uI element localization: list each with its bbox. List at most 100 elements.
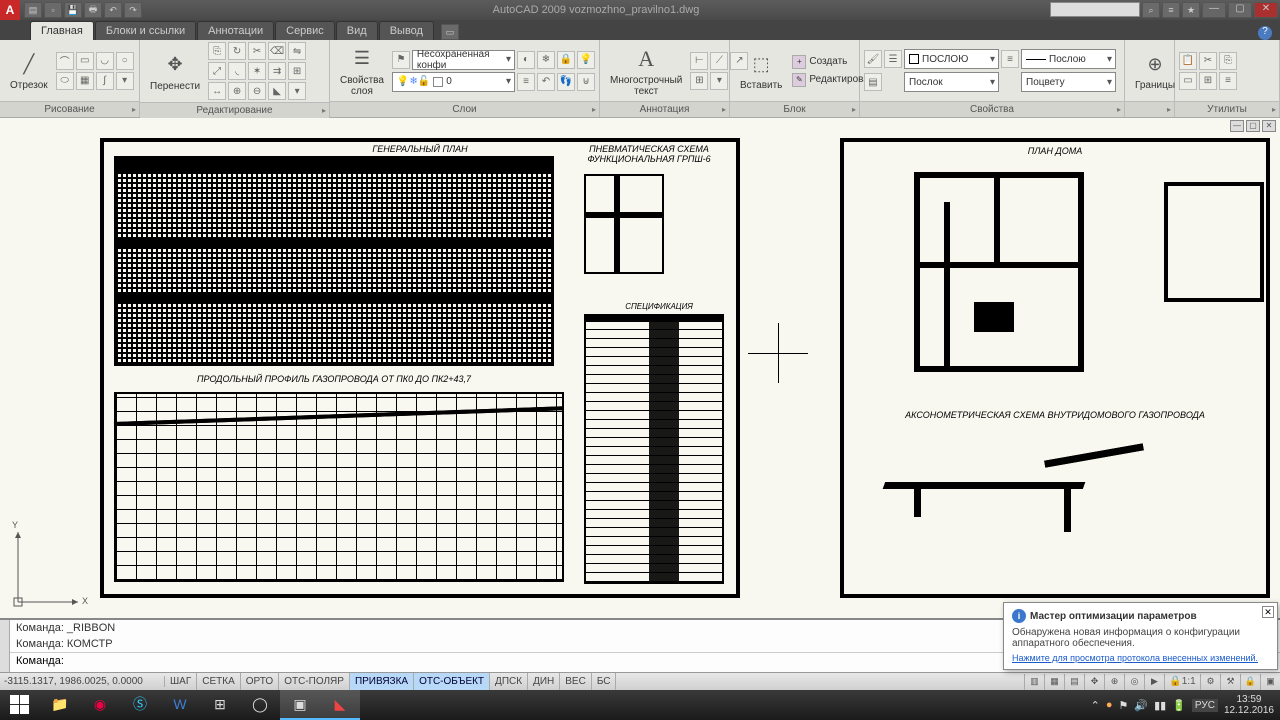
status-toggle-дин[interactable]: ДИН <box>528 673 560 690</box>
task-autocad2-icon[interactable]: ◣ <box>320 690 360 720</box>
vp-close-icon[interactable]: ✕ <box>1262 120 1276 132</box>
tray-batt-icon[interactable]: 🔋 <box>1172 699 1186 712</box>
array-icon[interactable]: ⊞ <box>288 62 306 80</box>
dim-aligned-icon[interactable]: ⟋ <box>710 52 728 70</box>
steering-icon[interactable]: ◎ <box>1124 674 1144 690</box>
panel-block-title[interactable]: Блок <box>730 101 859 117</box>
lweight-combo[interactable]: Послок <box>904 72 999 92</box>
join-icon[interactable]: ⊕ <box>228 82 246 100</box>
bylayer-icon[interactable]: ▤ <box>864 73 882 91</box>
dim-style-icon[interactable]: ▾ <box>710 72 728 90</box>
status-toggle-орто[interactable]: ОРТО <box>241 673 279 690</box>
panel-edit-title[interactable]: Редактирование <box>140 102 329 118</box>
tab-tools[interactable]: Сервис <box>275 21 335 40</box>
insert-button[interactable]: ⬚ Вставить <box>734 48 788 93</box>
select-icon[interactable]: ▭ <box>1179 72 1197 90</box>
layer-merge-icon[interactable]: ⊎ <box>577 73 595 91</box>
task-word-icon[interactable]: W <box>160 690 200 720</box>
trim-icon[interactable]: ✂ <box>248 42 266 60</box>
showmotion-icon[interactable]: ▶ <box>1144 674 1164 690</box>
lineweight-icon[interactable]: ≡ <box>1001 50 1019 68</box>
search-icon[interactable]: ⌕ <box>1142 2 1160 18</box>
extend-icon[interactable]: ▾ <box>288 82 306 100</box>
match-props-icon[interactable]: 🖌 <box>864 50 882 68</box>
ellipse-icon[interactable]: ⬭ <box>56 72 74 90</box>
task-autocad1-icon[interactable]: ▣ <box>280 690 320 720</box>
spline-icon[interactable]: ∫ <box>96 72 114 90</box>
break-icon[interactable]: ⊖ <box>248 82 266 100</box>
workspace-icon[interactable]: ⚒ <box>1220 674 1240 690</box>
vp-max-icon[interactable]: ▢ <box>1246 120 1260 132</box>
tab-output[interactable]: Вывод <box>379 21 434 40</box>
fillet-icon[interactable]: ◟ <box>228 62 246 80</box>
status-toggle-шаг[interactable]: ШАГ <box>165 673 197 690</box>
layer-state-icon[interactable]: ⚑ <box>392 51 410 69</box>
toolbar-lock-icon[interactable]: 🔒 <box>1240 674 1260 690</box>
clean-screen-icon[interactable]: ▣ <box>1260 674 1280 690</box>
tray-up-icon[interactable]: ⌃ <box>1091 699 1100 712</box>
help-icon[interactable]: ? <box>1258 26 1272 40</box>
arc-icon[interactable]: ◡ <box>96 52 114 70</box>
task-chrome-icon[interactable]: ◯ <box>240 690 280 720</box>
polyline-icon[interactable]: ⌒ <box>56 52 74 70</box>
layout-icon[interactable]: ▤ <box>1064 674 1084 690</box>
notification-link[interactable]: Нажмите для просмотра протокола внесенны… <box>1012 653 1269 663</box>
status-toggle-отс-поляр[interactable]: ОТС-ПОЛЯР <box>279 673 350 690</box>
layer-off-icon[interactable]: 💡 <box>577 51 595 69</box>
layer-match-icon[interactable]: ≡ <box>517 73 535 91</box>
mirror-icon[interactable]: ⇋ <box>288 42 306 60</box>
task-app1-icon[interactable]: ◉ <box>80 690 120 720</box>
cut-icon[interactable]: ✂ <box>1199 52 1217 70</box>
status-toggle-дпск[interactable]: ДПСК <box>490 673 528 690</box>
maximize-button[interactable]: ▢ <box>1228 2 1252 18</box>
qat-open-icon[interactable]: ▫ <box>44 2 62 18</box>
point-icon[interactable]: ▾ <box>116 72 134 90</box>
rect-icon[interactable]: ▭ <box>76 52 94 70</box>
layer-iso-icon[interactable]: ◐ <box>517 51 535 69</box>
color-combo[interactable]: ПОСЛОЮ <box>904 49 999 69</box>
status-toggle-вес[interactable]: ВЕС <box>560 673 592 690</box>
stretch-icon[interactable]: ↔ <box>208 82 226 100</box>
tray-net-icon[interactable]: ▮▮ <box>1154 699 1166 712</box>
chamfer-icon[interactable]: ◣ <box>268 82 286 100</box>
panel-util-title[interactable]: Утилиты <box>1175 101 1279 117</box>
explode-icon[interactable]: ✶ <box>248 62 266 80</box>
erase-icon[interactable]: ⌫ <box>268 42 286 60</box>
quickview-icon[interactable]: ▦ <box>1044 674 1064 690</box>
layer-walk-icon[interactable]: 👣 <box>557 73 575 91</box>
qat-undo-icon[interactable]: ↶ <box>104 2 122 18</box>
close-button[interactable]: ✕ <box>1254 2 1278 18</box>
comm-icon[interactable]: ≡ <box>1162 2 1180 18</box>
panel-annot-title[interactable]: Аннотация <box>600 101 729 117</box>
task-skype-icon[interactable]: Ⓢ <box>120 690 160 720</box>
anno-vis-icon[interactable]: ⚙ <box>1200 674 1220 690</box>
tab-blocks[interactable]: Блоки и ссылки <box>95 21 196 40</box>
offset-icon[interactable]: ⇉ <box>268 62 286 80</box>
circle-icon[interactable]: ○ <box>116 52 134 70</box>
dim-linear-icon[interactable]: ⊢ <box>690 52 708 70</box>
drawing-canvas[interactable]: — ▢ ✕ ГЕНЕРАЛЬНЫЙ ПЛАН ПНЕВМАТИЧЕСКАЯ СХ… <box>0 118 1280 622</box>
ltype-combo[interactable]: Послою <box>1021 49 1116 69</box>
notification-close-button[interactable]: ✕ <box>1262 606 1274 618</box>
anno-scale[interactable]: 🔒 1:1 <box>1164 674 1200 690</box>
status-toggle-бс[interactable]: БС <box>592 673 617 690</box>
coordinates-display[interactable]: -3115.1317, 1986.0025, 0.0000 <box>0 676 165 687</box>
tray-shield-icon[interactable]: ⚑ <box>1119 699 1129 712</box>
tab-annotations[interactable]: Аннотации <box>197 21 274 40</box>
model-space-icon[interactable]: ▥ <box>1024 674 1044 690</box>
measure-button[interactable]: ⊕ Границы <box>1129 48 1181 93</box>
mtext-button[interactable]: A Многострочный текст <box>604 43 688 99</box>
paste-icon[interactable]: 📋 <box>1179 52 1197 70</box>
start-button[interactable] <box>0 690 40 720</box>
favorite-icon[interactable]: ★ <box>1182 2 1200 18</box>
tray-clock[interactable]: 13:5912.12.2016 <box>1224 694 1274 716</box>
tab-home[interactable]: Главная <box>30 21 94 40</box>
task-app2-icon[interactable]: ⊞ <box>200 690 240 720</box>
props-list-icon[interactable]: ☰ <box>884 50 902 68</box>
task-explorer-icon[interactable]: 📁 <box>40 690 80 720</box>
infocenter-search[interactable] <box>1050 2 1140 17</box>
layer-props-button[interactable]: ☰ Свойства слоя <box>334 43 390 99</box>
qat-print-icon[interactable]: 🖶 <box>84 2 102 18</box>
qat-save-icon[interactable]: 💾 <box>64 2 82 18</box>
status-toggle-отс-объект[interactable]: ОТС-ОБЪЕКТ <box>414 673 490 690</box>
